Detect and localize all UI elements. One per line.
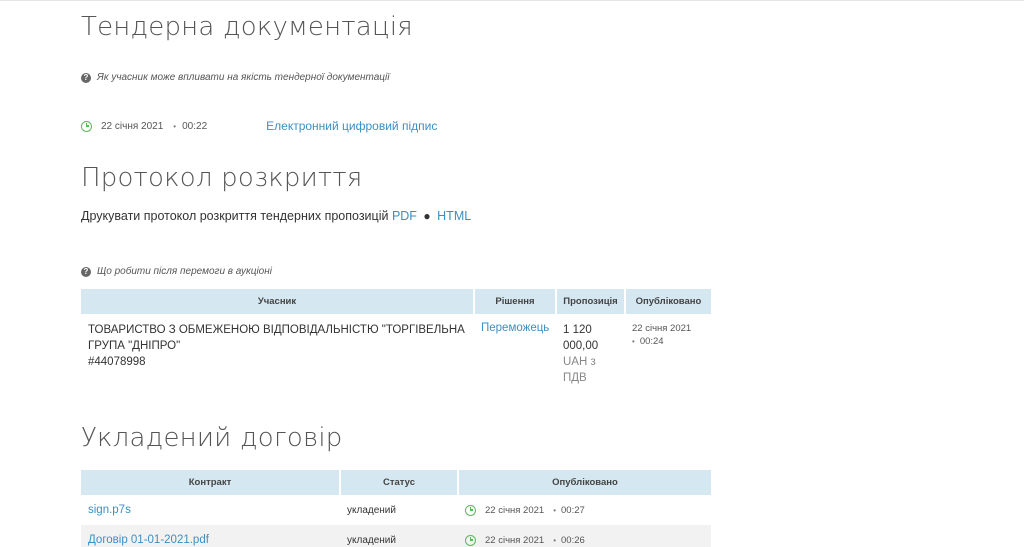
bullet-separator: • xyxy=(173,121,177,131)
offer-amount: 000,00 xyxy=(563,340,599,352)
tender-docs-time: 00:22 xyxy=(182,120,208,132)
participant-name-line: ГРУПА "ДНІПРО" xyxy=(88,340,181,352)
contract-table-header: Контракт Статус Опубліковано xyxy=(81,470,711,495)
top-divider xyxy=(0,0,1024,1)
contract-published-cell: 22 січня 2021 • 00:26 xyxy=(458,525,711,547)
column-header-participant: Учасник xyxy=(81,289,475,314)
auction-win-hint-text[interactable]: Що робити після перемоги в аукціоні xyxy=(97,266,272,277)
bids-table-header: Учасник Рішення Пропозиція Опубліковано xyxy=(81,289,711,314)
bids-table: Учасник Рішення Пропозиція Опубліковано … xyxy=(81,289,711,386)
print-protocol-text: Друкувати протокол розкриття тендерних п… xyxy=(81,209,389,223)
contract-file-cell: Договір 01-01-2021.pdf xyxy=(81,525,340,547)
clock-icon xyxy=(465,534,476,546)
winner-link[interactable]: Переможець xyxy=(481,322,549,334)
contract-published-date: 22 січня 2021 xyxy=(485,534,545,546)
clock-icon xyxy=(465,504,476,516)
bullet-separator: • xyxy=(632,337,635,346)
contract-published-date: 22 січня 2021 xyxy=(485,504,545,516)
tender-docs-hint[interactable]: ? Як учасник може впливати на якість тен… xyxy=(81,72,389,83)
table-row: Договір 01-01-2021.pdf укладений 22 січн… xyxy=(81,525,711,547)
participant-code: #44078998 xyxy=(88,356,146,368)
contract-table: Контракт Статус Опубліковано sign.p7s ук… xyxy=(81,470,711,547)
column-header-contract: Контракт xyxy=(81,470,341,495)
bullet-separator: • xyxy=(553,535,556,545)
published-time: 00:24 xyxy=(639,336,664,347)
participant-cell: ТОВАРИСТВО З ОБМЕЖЕНОЮ ВІДПОВІДАЛЬНІСТЮ … xyxy=(81,314,474,386)
offer-currency: UAH з xyxy=(563,356,596,368)
published-time-row: • 00:24 xyxy=(625,335,711,348)
offer-currency: ПДВ xyxy=(563,372,587,384)
contract-published-time: 00:26 xyxy=(561,534,585,546)
table-row: ТОВАРИСТВО З ОБМЕЖЕНОЮ ВІДПОВІДАЛЬНІСТЮ … xyxy=(81,314,711,386)
offer-amount: 1 120 xyxy=(563,324,592,336)
tender-docs-date: 22 січня 2021 xyxy=(101,120,164,132)
question-icon: ? xyxy=(81,266,91,277)
contract-status: укладений xyxy=(347,504,396,516)
column-header-decision: Рішення xyxy=(474,289,557,314)
bullet-separator: ● xyxy=(423,209,431,223)
contract-title: Укладений договір xyxy=(81,423,343,453)
clock-icon xyxy=(81,120,92,132)
column-header-offer: Пропозиція xyxy=(556,289,626,314)
tender-docs-title: Тендерна документація xyxy=(81,12,413,42)
column-header-published: Опубліковано xyxy=(625,289,711,314)
signature-link[interactable]: Електронний цифровий підпис xyxy=(266,119,437,133)
published-date: 22 січня 2021 xyxy=(632,323,692,334)
decision-cell: Переможець xyxy=(474,314,556,386)
pdf-link[interactable]: PDF xyxy=(392,209,417,223)
contract-published-time: 00:27 xyxy=(561,504,585,516)
table-row: sign.p7s укладений 22 січня 2021 • 00:27 xyxy=(81,495,711,525)
protocol-title: Протокол розкриття xyxy=(81,163,363,193)
bullet-separator: • xyxy=(553,505,556,515)
participant-name-line: ТОВАРИСТВО З ОБМЕЖЕНОЮ ВІДПОВІДАЛЬНІСТЮ … xyxy=(88,324,465,336)
contract-status: укладений xyxy=(340,525,458,547)
contract-file-link[interactable]: Договір 01-01-2021.pdf xyxy=(88,534,209,546)
column-header-published: Опубліковано xyxy=(458,470,711,495)
contract-file-link[interactable]: sign.p7s xyxy=(88,504,131,516)
contract-file-cell: sign.p7s xyxy=(81,495,340,525)
column-header-status: Статус xyxy=(340,470,459,495)
tender-docs-hint-text[interactable]: Як учасник може впливати на якість тенде… xyxy=(97,72,389,83)
offer-cell: 1 120 000,00 UAH з ПДВ xyxy=(556,314,625,386)
html-link[interactable]: HTML xyxy=(437,209,471,223)
published-cell: 22 січня 2021 • 00:24 xyxy=(625,314,711,386)
print-protocol-line: Друкувати протокол розкриття тендерних п… xyxy=(81,209,471,223)
tender-docs-date-row: 22 січня 2021 • 00:22 Електронний цифров… xyxy=(81,119,437,133)
question-icon: ? xyxy=(81,72,91,83)
contract-published-cell: 22 січня 2021 • 00:27 xyxy=(458,495,711,525)
auction-win-hint[interactable]: ? Що робити після перемоги в аукціоні xyxy=(81,266,272,277)
